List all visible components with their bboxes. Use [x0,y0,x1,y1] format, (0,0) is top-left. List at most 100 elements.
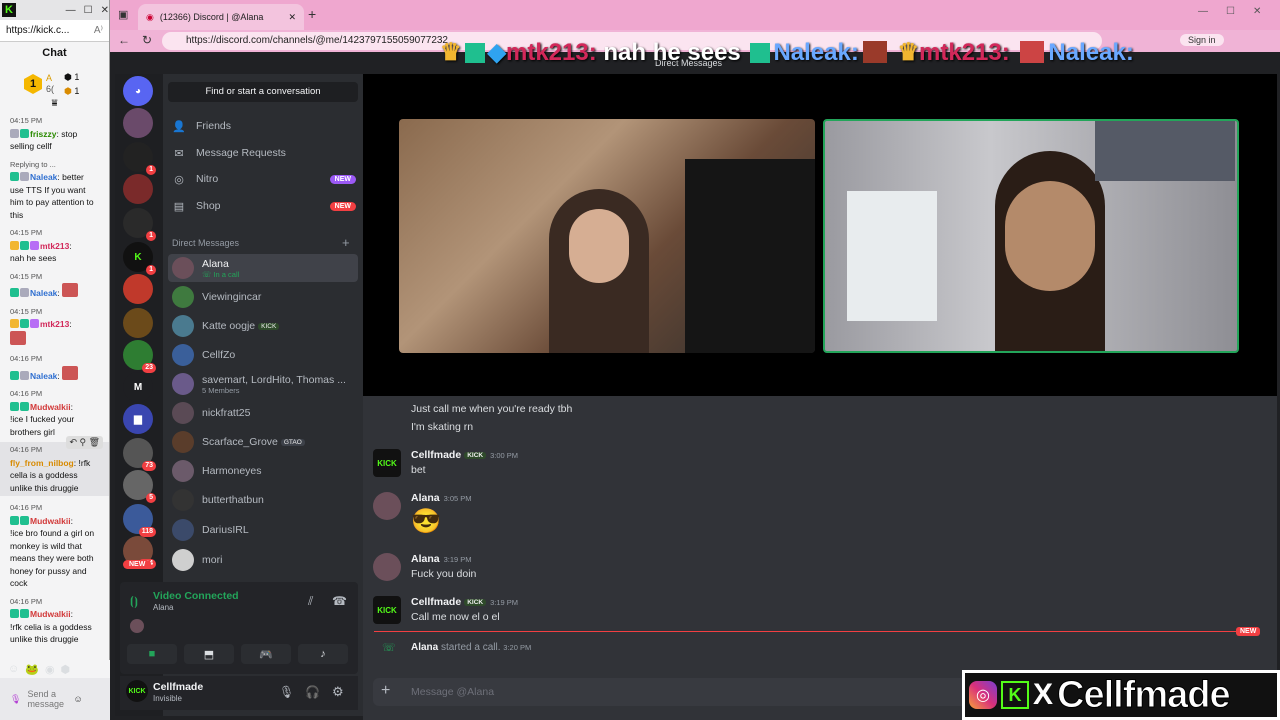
nav-shop[interactable]: ▤ Shop NEW [172,195,356,217]
server-icon[interactable]: 1 [123,208,156,241]
server-icon[interactable]: 118 [123,504,156,537]
server-icon[interactable] [123,308,153,338]
gamepad-icon: 🎮 [259,648,273,661]
headphones-icon[interactable]: 🎧 [305,685,320,699]
signal-icon: ⦗⦘ [130,594,138,608]
microphone-icon[interactable]: 🎙 [10,694,21,705]
server-icon[interactable]: M [123,372,153,402]
user-avatar[interactable]: KICK [126,680,148,702]
message-group: Alana 3:05 PM 😎 [373,492,1253,536]
message-text: I'm skating rn [411,421,474,433]
streamer-name: Cellfmade [1057,673,1232,716]
chat-message-hovered[interactable]: ↶ ⚲ 🗑 04:16 PM fly_from_nilbog: !rfk cel… [0,436,109,496]
crown-icon: ♛ [897,39,920,66]
avatar[interactable]: KICK [373,449,401,477]
settings-gear-icon[interactable]: ⚙ [332,684,344,700]
badge-count-1: 1 [74,72,80,82]
server-icon[interactable] [123,108,153,138]
chat-message: 04:16 PM Mudwalkii: !ice bro found a girl… [10,503,95,588]
dm-item-alana[interactable]: Alana ☏ In a call [168,254,358,282]
nav-friends[interactable]: 👤 Friends [172,115,356,137]
back-icon[interactable]: ← [118,33,130,47]
avatar [172,257,194,279]
chat-message: Replying to ... Naleak: better use TTS I… [10,159,94,220]
gift-icon: ⬢ [64,72,72,82]
dm-item[interactable]: Harmoneyes [168,457,358,485]
badge-count-2: 1 [74,86,80,96]
kick-server-icon[interactable]: K1 [123,242,156,275]
discord-home-icon[interactable]: ◕ [123,76,153,106]
avatar[interactable] [373,492,401,520]
chat-message: 04:16 PM Naleak: [0,353,109,382]
window-controls[interactable]: —☐✕ [1198,6,1279,17]
voice-status: Video Connected [153,590,239,602]
disconnect-icon[interactable]: ☎ [332,594,347,608]
refresh-icon[interactable]: ↻ [142,33,152,47]
reader-icon[interactable]: A⁾ [94,25,103,36]
emote-icon[interactable]: ⬢ [61,663,71,676]
server-icon[interactable]: 1 [123,142,156,175]
minimize-icon[interactable]: — [66,5,76,16]
dm-item[interactable]: CellfZo [168,341,358,369]
maximize-icon[interactable]: ☐ [84,5,93,16]
video-tile-alana[interactable] [399,119,815,353]
tab-overview-icon[interactable]: ▣ [118,8,128,21]
dm-item[interactable]: nickfratt25 [168,399,358,427]
soundboard-button[interactable]: ♪ [298,644,348,664]
camera-button[interactable]: ■ [127,644,177,664]
server-icon[interactable] [123,174,153,204]
emote-bar[interactable]: ☺ 🐸 ◉ ⬢ [0,660,110,678]
kick-chat-title: Chat [42,47,67,59]
screen-share-button[interactable]: ⬒ [184,644,234,664]
dm-item[interactable]: DariusIRL [168,516,358,544]
video-tile-self[interactable] [823,119,1239,353]
dm-item[interactable]: mori [168,546,358,574]
dm-item[interactable]: Katte oogje KICK [168,312,358,340]
streamer-branding-overlay: ◎ K X Cellfmade [962,670,1280,720]
dm-section-label: Direct Messages [172,238,240,248]
microphone-icon[interactable]: 🎙 [279,685,294,699]
noise-suppression-icon[interactable]: ⫽ [308,594,313,609]
nav-message-requests[interactable]: ✉ Message Requests [172,142,356,164]
dm-item[interactable]: butterthatbun [168,486,358,514]
friends-icon: 👤 [172,120,186,133]
add-attachment-icon[interactable]: + [381,682,390,700]
new-tab-icon[interactable]: + [308,6,316,22]
avatar[interactable]: KICK [373,596,401,624]
dm-item[interactable]: Scarface_Grove GTAO [168,428,358,456]
message-actions[interactable]: ↶ ⚲ 🗑 [66,436,103,449]
call-event: Alana started a call. 3:20 PM [411,642,532,653]
emoji-icon[interactable]: ☺ [73,694,82,704]
tab-discord[interactable]: ◉ (12366) Discord | @Alana ✕ [138,4,304,30]
server-icon[interactable]: 5 [123,470,156,503]
nav-nitro[interactable]: ◎ Nitro NEW [172,168,356,190]
tts-ticker-overlay: ♛ ◆mtk213: nah he sees Naleak: ♛mtk213: N… [440,39,1134,66]
emote-icon[interactable]: ☺ [8,663,19,675]
dm-item-group[interactable]: savemart, LordHito, Thomas ... 5 Members [168,370,358,398]
activity-button[interactable]: 🎮 [241,644,291,664]
chat-message: 04:16 PM Mudwalkii: !rfk celia is a godde… [10,596,92,644]
close-icon[interactable]: ✕ [101,5,109,16]
tab-close-icon[interactable]: ✕ [288,12,296,23]
message-group: KICK Cellfmade KICK 3:19 PM Call me now el … [373,596,1253,624]
dm-item[interactable]: Viewingincar [168,283,358,311]
folder-icon[interactable]: ▆ [123,404,153,434]
emote-icon[interactable]: 🐸 [25,663,39,676]
chat-message: 04:16 PM Mudwalkii: !ice I fucked your br… [10,389,75,437]
filter-icon[interactable]: ⩸ [0,98,109,109]
create-dm-plus-icon[interactable]: + [342,235,350,250]
avatar [172,344,194,366]
server-icon[interactable]: 23 [123,340,156,373]
instagram-icon: ◎ [969,681,997,709]
emote-icon[interactable]: ◉ [45,663,55,676]
new-badge: NEW [123,560,152,569]
server-icon[interactable] [123,274,153,304]
avatar[interactable] [373,553,401,581]
kick-url-bar[interactable]: https://kick.c... A⁾ [0,20,109,42]
kick-send-input[interactable]: 🎙 Send a message ☺ [0,678,110,720]
badge-letter: A [46,73,53,83]
server-icon[interactable]: 73 [123,438,156,471]
soundboard-icon: ♪ [320,648,326,660]
chat-message: 04:15 PM Naleak: [0,271,109,300]
find-conversation-button[interactable]: Find or start a conversation [168,82,358,102]
